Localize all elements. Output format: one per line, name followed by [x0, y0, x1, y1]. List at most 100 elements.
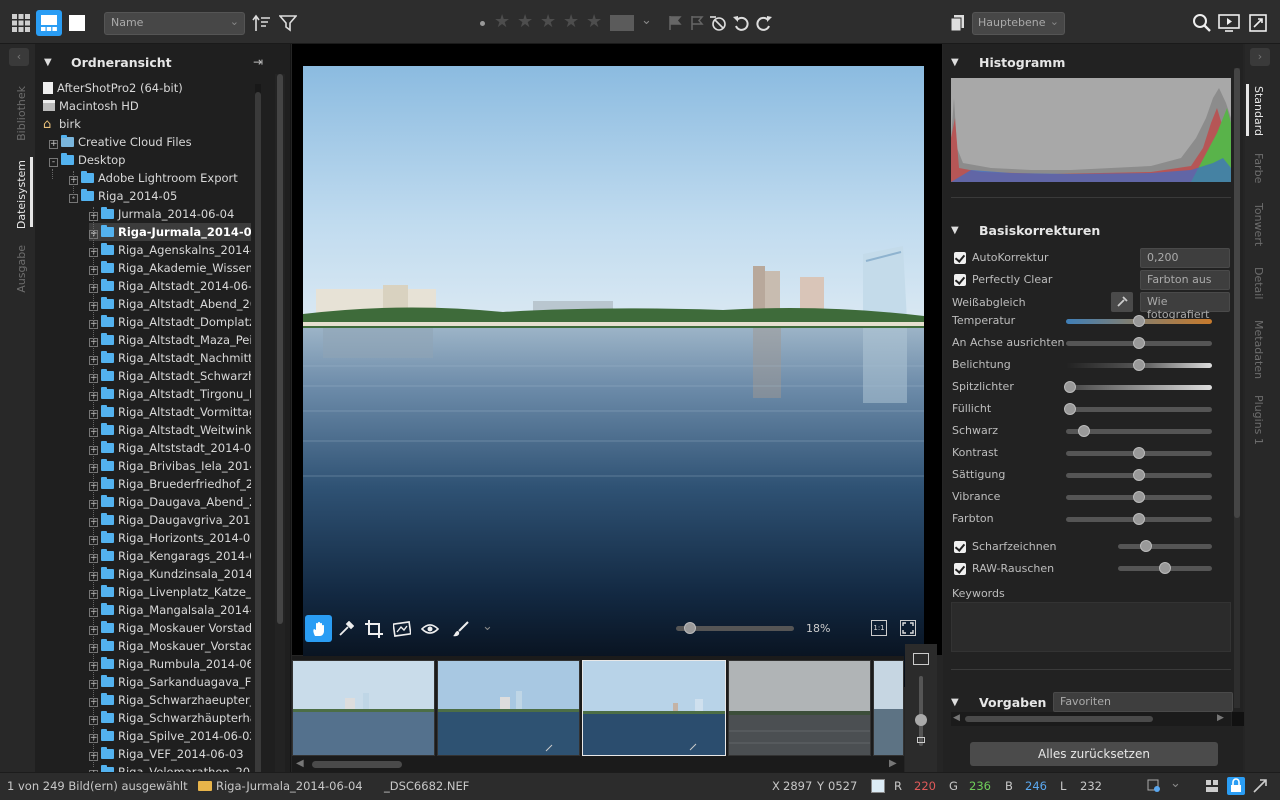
tree-item[interactable]: + Riga_Moskauer_Vorstadt	[89, 637, 251, 655]
tab-plugins[interactable]: Plugins 1	[1252, 395, 1265, 445]
hand-tool-icon[interactable]	[305, 615, 332, 642]
adjustment-slider[interactable]	[1066, 337, 1212, 349]
thumbnail-size-knob[interactable]	[915, 714, 927, 726]
tab-dateisystem[interactable]: Dateisystem	[15, 160, 28, 229]
sort-direction-icon[interactable]	[249, 10, 275, 36]
wb-eyedropper-icon[interactable]	[1111, 292, 1133, 312]
fit-to-window-icon[interactable]	[900, 620, 916, 636]
scroll-right-icon[interactable]: ▶	[889, 758, 897, 769]
raw-noise-slider[interactable]	[1118, 562, 1212, 574]
brush-icon[interactable]	[448, 616, 474, 642]
tree-item[interactable]: + Riga_Altstadt_Tirgonu_Ie	[89, 385, 251, 403]
scroll-right-icon[interactable]: ▶	[1217, 713, 1224, 723]
collapse-left-panel-icon[interactable]: ‹	[9, 48, 29, 66]
tab-ausgabe[interactable]: Ausgabe	[15, 245, 28, 293]
filmstrip-thumbnail-selected[interactable]	[582, 660, 726, 756]
tree-scrollbar-thumb[interactable]	[255, 92, 261, 800]
tree-item[interactable]: + Riga_Altstadt_Schwarzha	[89, 367, 251, 385]
tree-item[interactable]: + Riga_Altstadt_Maza_Peit	[89, 331, 251, 349]
slider-knob[interactable]	[1133, 337, 1145, 349]
thumbnail-size-slider[interactable]	[919, 676, 923, 746]
fullscreen-icon[interactable]	[1245, 10, 1271, 36]
tree-item[interactable]: + Riga_Altstadt_2014-06-	[89, 277, 251, 295]
adjustment-slider[interactable]	[1066, 491, 1212, 503]
star-icon[interactable]: ★	[563, 12, 579, 32]
tree-item[interactable]: + Creative Cloud Files	[49, 133, 251, 151]
tab-bibliothek[interactable]: Bibliothek	[15, 86, 28, 141]
adjustment-slider[interactable]	[1064, 381, 1212, 393]
large-thumbnail-icon[interactable]	[913, 653, 929, 665]
tree-item[interactable]: + Riga_Daugava_Abend_20	[89, 493, 251, 511]
tree-item[interactable]: + Riga_Altstadt_Nachmitta	[89, 349, 251, 367]
collapse-triangle-icon[interactable]: ▼	[951, 225, 959, 236]
expand-icon[interactable]: +	[49, 140, 58, 149]
red-eye-icon[interactable]	[417, 616, 443, 642]
panel-resize-handle[interactable]	[277, 74, 283, 624]
eyedropper-icon[interactable]	[333, 616, 359, 642]
slider-knob[interactable]	[1133, 491, 1145, 503]
filmstrip-thumbnail[interactable]	[728, 660, 871, 756]
adjustment-slider[interactable]	[1066, 447, 1212, 459]
tree-item[interactable]: + Riga_Altstadt_Domplatz_	[89, 313, 251, 331]
scroll-left-icon[interactable]: ◀	[953, 713, 960, 723]
slideshow-icon[interactable]	[1216, 10, 1242, 36]
tree-item[interactable]: + Riga_Brivibas_Iela_2014-	[89, 457, 251, 475]
adjustment-slider[interactable]	[1066, 315, 1212, 327]
tab-farbe[interactable]: Farbe	[1252, 153, 1265, 183]
chevron-down-icon[interactable]: ⌄	[641, 13, 652, 28]
tree-item[interactable]: + Riga_Kundzinsala_2014-	[89, 565, 251, 583]
search-icon[interactable]	[1189, 10, 1215, 36]
presets-select[interactable]: Favoriten	[1053, 692, 1233, 712]
filmstrip-thumbnail[interactable]	[873, 660, 904, 756]
layers-icon[interactable]	[945, 10, 971, 36]
tab-standard[interactable]: Standard	[1252, 86, 1265, 136]
collapse-triangle-icon[interactable]: ▼	[951, 697, 959, 708]
scroll-left-icon[interactable]: ◀	[296, 758, 304, 769]
adjustment-slider[interactable]	[1066, 513, 1212, 525]
autocorrect-checkbox[interactable]	[954, 252, 966, 264]
chevron-down-icon[interactable]: ⌄	[1170, 776, 1181, 791]
tree-item[interactable]: + Riga_Agenskalns_2014-	[89, 241, 251, 259]
tree-item[interactable]: + Riga_Schwarzhaeupter_M	[89, 691, 251, 709]
tree-item[interactable]: + Jurmala_2014-06-04	[89, 205, 251, 223]
tree-item[interactable]: + Riga_Altstadt_Abend_20	[89, 295, 251, 313]
filmstrip-thumbnail[interactable]	[437, 660, 580, 756]
presets-scrollbar-thumb[interactable]	[965, 716, 1153, 722]
tree-item[interactable]: + Riga_Mangalsala_2014-(	[89, 601, 251, 619]
main-photo[interactable]	[303, 66, 924, 687]
adjustment-slider[interactable]	[1066, 469, 1212, 481]
collapse-icon[interactable]: -	[49, 158, 58, 167]
tree-item[interactable]: + Riga_Altstadt_Weitwinke	[89, 421, 251, 439]
filter-icon[interactable]	[275, 10, 301, 36]
sharpen-slider-knob[interactable]	[1140, 540, 1153, 552]
tree-item[interactable]: - Riga_2014-05	[69, 187, 251, 205]
collapse-right-panel-icon[interactable]: ›	[1250, 48, 1270, 66]
pin-icon[interactable]: ⇥	[253, 55, 263, 69]
filmstrip-scrollbar[interactable]: ◀ ▶	[292, 758, 904, 772]
crop-icon[interactable]	[361, 616, 387, 642]
adjustments-scrollbar[interactable]	[1234, 68, 1240, 708]
slider-knob[interactable]	[1133, 469, 1145, 481]
perfectly-clear-mode-select[interactable]: Farbton aus	[1140, 270, 1230, 290]
zoom-1to1-icon[interactable]: 1:1	[871, 620, 887, 636]
adjustment-slider[interactable]	[1066, 359, 1212, 371]
filmstrip-scrollbar-thumb[interactable]	[312, 761, 402, 768]
raw-noise-slider-knob[interactable]	[1159, 562, 1171, 574]
star-icon[interactable]: ★	[517, 12, 533, 32]
tree-item[interactable]: + Riga_Spilve_2014-06-02	[89, 727, 251, 745]
sharpen-slider[interactable]	[1118, 540, 1212, 552]
presets-scrollbar[interactable]: ◀ ▶	[951, 712, 1231, 726]
sharpen-checkbox[interactable]	[954, 541, 966, 553]
tree-item[interactable]: ⌂ birk	[43, 115, 251, 133]
tree-item[interactable]: + Riga_Horizonts_2014-06	[89, 529, 251, 547]
expand-icon[interactable]	[1252, 778, 1268, 794]
tree-item-selected[interactable]: + Riga-Jurmala_2014-06	[89, 223, 251, 241]
reset-all-button[interactable]: Alles zurücksetzen	[970, 742, 1218, 766]
tree-item[interactable]: + Adobe Lightroom Export	[69, 169, 251, 187]
autocorrect-value-field[interactable]: 0,200	[1140, 248, 1230, 268]
straighten-icon[interactable]	[389, 616, 415, 642]
compare-view-icon[interactable]	[1205, 779, 1219, 793]
small-thumbnail-icon[interactable]	[917, 737, 925, 743]
adjustment-slider[interactable]	[1064, 403, 1212, 415]
tree-item[interactable]: + Riga_Bruederfriedhof_20	[89, 475, 251, 493]
